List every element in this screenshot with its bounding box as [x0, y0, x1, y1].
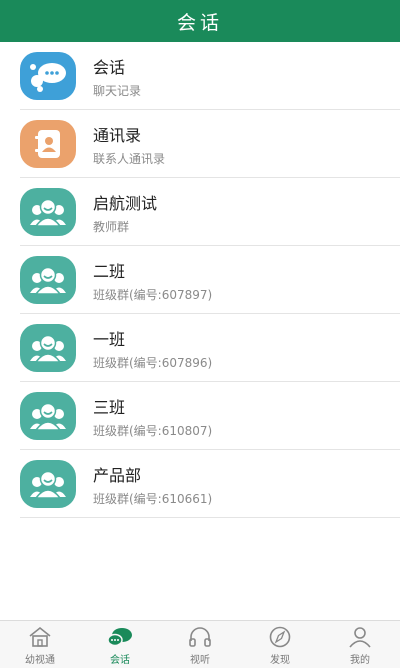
- group-icon: [20, 324, 76, 372]
- conversation-subtitle: 教师群: [93, 220, 130, 234]
- tab-discover[interactable]: 发现: [240, 621, 320, 668]
- tab-media[interactable]: 视听: [160, 621, 240, 668]
- conversation-item-group[interactable]: 启航测试 教师群: [0, 178, 400, 246]
- conversation-title: 会话: [93, 58, 126, 77]
- conversation-item-group[interactable]: 二班 班级群(编号:607897): [0, 246, 400, 314]
- conversation-title: 二班: [93, 262, 126, 281]
- contacts-book-icon: [20, 120, 76, 168]
- tab-label: 幼视通: [25, 655, 55, 666]
- group-icon: [20, 188, 76, 236]
- chat-bubble-icon: [20, 52, 76, 100]
- headphones-icon: [187, 625, 213, 649]
- conversation-subtitle: 班级群(编号:607897): [93, 288, 213, 302]
- conversation-subtitle: 班级群(编号:607896): [93, 356, 213, 370]
- conversation-subtitle: 聊天记录: [93, 84, 142, 98]
- conversation-title: 通讯录: [93, 126, 142, 145]
- conversation-item-group[interactable]: 一班 班级群(编号:607896): [0, 314, 400, 382]
- tab-me[interactable]: 我的: [320, 621, 400, 668]
- tab-chat[interactable]: 会话: [80, 621, 160, 668]
- conversation-title: 一班: [93, 330, 126, 349]
- conversation-item-chat[interactable]: 会话 聊天记录: [0, 42, 400, 110]
- compass-icon: [267, 625, 293, 649]
- user-icon: [347, 625, 373, 649]
- tab-home[interactable]: 幼视通: [0, 621, 80, 668]
- conversation-subtitle: 班级群(编号:610807): [93, 424, 213, 438]
- conversation-item-contacts[interactable]: 通讯录 联系人通讯录: [0, 110, 400, 178]
- conversation-item-group[interactable]: 三班 班级群(编号:610807): [0, 382, 400, 450]
- group-icon: [20, 460, 76, 508]
- tab-label: 我的: [350, 655, 370, 666]
- conversation-title: 产品部: [93, 466, 142, 485]
- tab-label: 视听: [190, 655, 210, 666]
- group-icon: [20, 256, 76, 304]
- conversation-title: 启航测试: [93, 194, 158, 213]
- top-bar: 会话: [0, 0, 400, 42]
- conversation-item-group[interactable]: 产品部 班级群(编号:610661): [0, 450, 400, 518]
- group-icon: [20, 392, 76, 440]
- conversation-subtitle: 联系人通讯录: [93, 152, 166, 166]
- bottom-tab-bar: 幼视通 会话 视听 发现 我的: [0, 620, 400, 668]
- conversation-subtitle: 班级群(编号:610661): [93, 492, 213, 506]
- tab-label: 发现: [270, 655, 290, 666]
- conversation-title: 三班: [93, 398, 126, 417]
- home-icon: [27, 625, 53, 649]
- chat-icon: [107, 625, 133, 649]
- page-title: 会话: [176, 11, 223, 34]
- conversation-list: 会话 聊天记录 通讯录 联系人通讯录 启航测试 教师群 二班 班级群(编号:60…: [0, 42, 400, 518]
- tab-label: 会话: [110, 655, 130, 666]
